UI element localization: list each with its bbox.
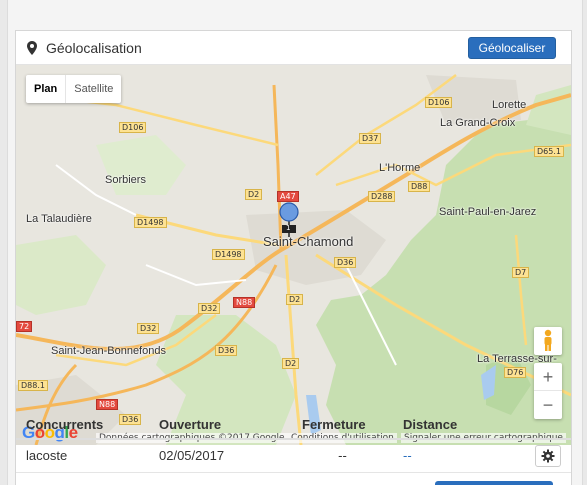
geolocate-button[interactable]: Géolocaliser: [468, 37, 556, 59]
row-settings-button[interactable]: [535, 444, 561, 467]
city-label: La Grand-Croix: [440, 117, 516, 129]
road-label: N88: [96, 399, 119, 410]
city-label: Lorette: [492, 99, 527, 111]
road-label: N88: [233, 297, 256, 308]
road-label: D32: [198, 303, 221, 314]
panel-header: Géolocalisation Géolocaliser: [16, 31, 571, 65]
map-pin-icon: [27, 41, 37, 55]
map-type-satellite-button[interactable]: Satellite: [66, 75, 121, 103]
location-marker[interactable]: 1: [278, 202, 300, 238]
table-row: lacoste 02/05/2017 -- --: [16, 439, 571, 473]
geolocation-panel: Géolocalisation Géolocaliser Plan Satell…: [15, 30, 572, 485]
column-header-concurrents: Concurrents: [16, 411, 149, 440]
road-label: D288: [368, 191, 396, 202]
road-label: D36: [334, 257, 357, 268]
road-label: D32: [137, 323, 160, 334]
column-header-fermeture: Fermeture: [292, 411, 393, 440]
road-label: 72: [16, 321, 33, 332]
road-label: D88.1: [18, 380, 48, 391]
zoom-in-button[interactable]: +: [534, 363, 562, 391]
map-view[interactable]: Plan Satellite D106 D106 D37 D65.1 D2 A4…: [16, 65, 571, 445]
city-label: Sorbiers: [105, 174, 146, 186]
panel-title: Géolocalisation: [46, 40, 142, 56]
pegman-icon: [544, 329, 552, 351]
road-label: D106: [425, 97, 453, 108]
table-header-row: Concurrents Ouverture Fermeture Distance: [16, 411, 571, 440]
road-label: D7: [512, 267, 530, 278]
cell-fermeture: --: [292, 439, 393, 473]
cell-ouverture: 02/05/2017: [149, 439, 292, 473]
marker-label: 1: [286, 224, 291, 232]
road-label: D1498: [212, 249, 245, 260]
city-label: Saint-Jean-Bonnefonds: [51, 345, 166, 357]
road-label: D106: [119, 122, 147, 133]
city-label: Saint-Paul-en-Jarez: [439, 206, 537, 218]
map-type-plan-button[interactable]: Plan: [26, 75, 67, 103]
road-label: D65.1: [534, 146, 564, 157]
cell-actions: [525, 439, 571, 473]
road-label: D1498: [134, 217, 167, 228]
city-label: La Talaudière: [26, 213, 92, 225]
column-header-distance: Distance: [393, 411, 525, 440]
cell-distance[interactable]: --: [393, 439, 525, 473]
bottom-action-button[interactable]: [435, 481, 553, 485]
column-header-actions: [525, 411, 571, 440]
cell-concurrent: lacoste: [16, 439, 149, 473]
city-label: L'Horme: [379, 162, 421, 174]
road-label: D37: [359, 133, 382, 144]
road-label: A47: [277, 191, 299, 202]
road-label: D2: [286, 294, 304, 305]
competitors-table: Concurrents Ouverture Fermeture Distance…: [16, 411, 571, 473]
road-label: D76: [504, 367, 527, 378]
street-view-button[interactable]: [534, 327, 562, 355]
column-header-ouverture: Ouverture: [149, 411, 292, 440]
gear-icon: [541, 449, 555, 463]
city-label: Saint-Chamond: [263, 234, 354, 249]
marker-pin-icon: [279, 202, 299, 237]
road-label: D88: [408, 181, 431, 192]
road-label: D2: [282, 358, 300, 369]
map-type-control: Plan Satellite: [26, 75, 122, 103]
road-label: D36: [215, 345, 238, 356]
road-label: D2: [245, 189, 263, 200]
